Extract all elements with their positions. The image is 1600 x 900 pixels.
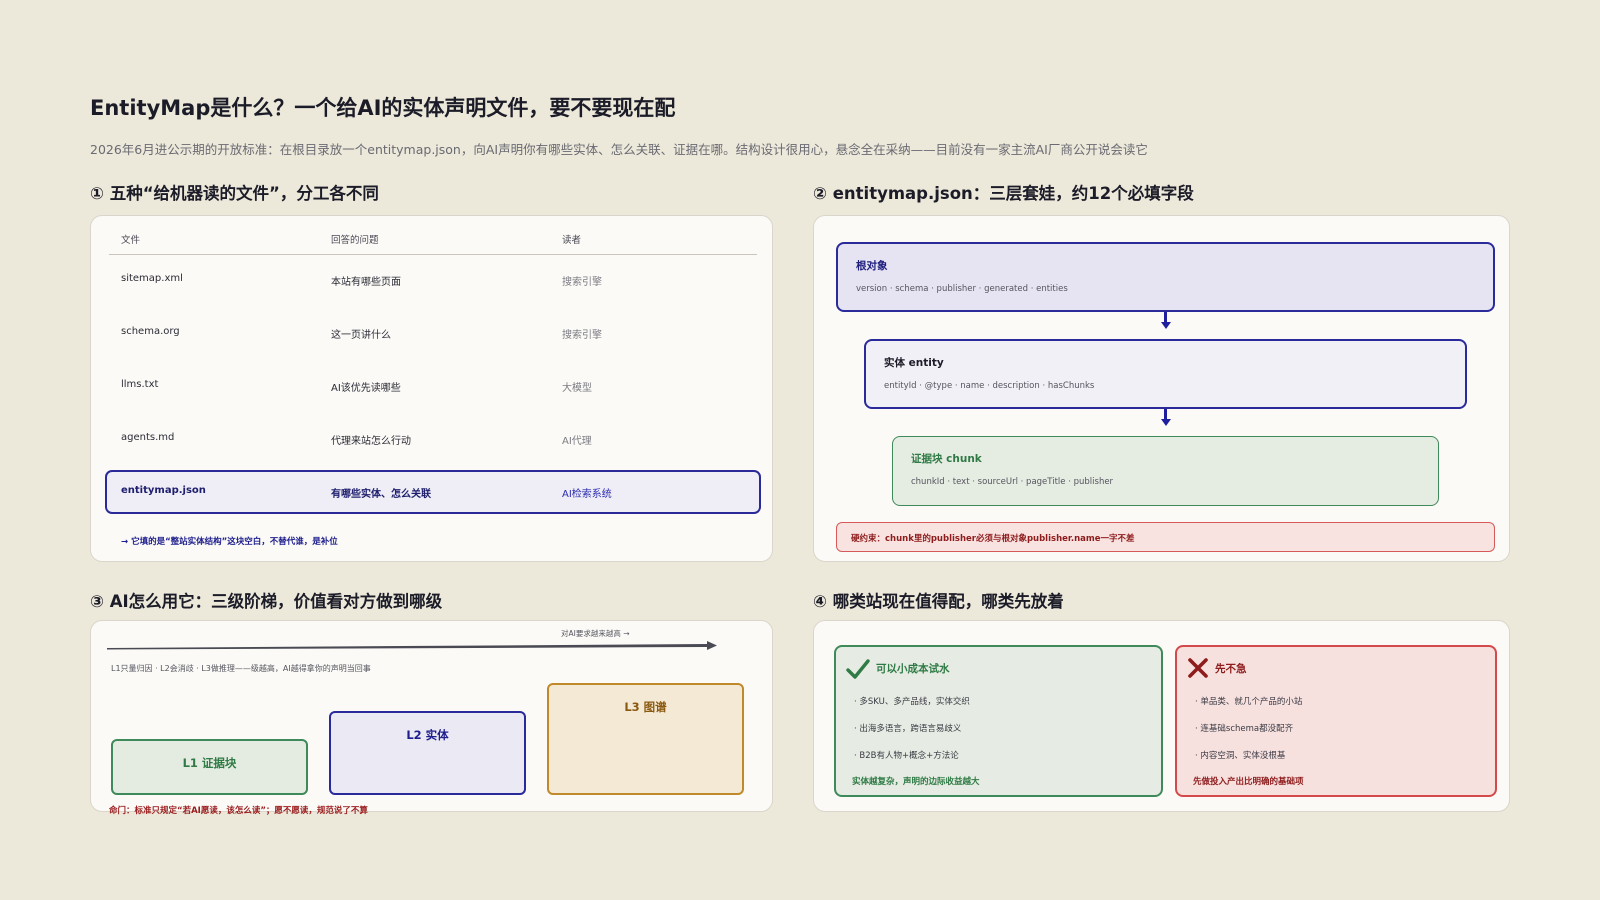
check-icon xyxy=(846,659,870,679)
step-l2: L2 实体 xyxy=(329,711,526,795)
panel1-note: → 它填的是“整站实体结构”这块空白，不替代谁，是补位 xyxy=(121,537,338,547)
list-item: · 出海多语言，跨语言易歧义 xyxy=(854,724,962,734)
cell-question: AI该优先读哪些 xyxy=(331,383,401,394)
constraint-box: 硬约束：chunk里的publisher必须与根对象publisher.name… xyxy=(836,522,1495,552)
panel4-card: 可以小成本试水 · 多SKU、多产品线，实体交织 · 出海多语言，跨语言易歧义 … xyxy=(813,620,1510,812)
step-l3-label: L3 图谱 xyxy=(624,700,667,714)
panel3-title: ③ AI怎么用它：三级阶梯，价值看对方做到哪级 xyxy=(90,592,443,611)
cell-file: schema.org xyxy=(121,326,180,337)
layer-root-title: 根对象 xyxy=(856,260,888,272)
layer-entity-title: 实体 entity xyxy=(884,357,944,369)
verdict-yes-title: 可以小成本试水 xyxy=(876,663,950,675)
step-l1-label: L1 证据块 xyxy=(182,756,237,770)
panel2-title: ② entitymap.json：三层套娃，约12个必填字段 xyxy=(813,184,1194,203)
cross-icon xyxy=(1188,658,1208,678)
panel4-title: ④ 哪类站现在值得配，哪类先放着 xyxy=(813,592,1064,611)
progress-axis-arrow xyxy=(107,641,717,650)
verdict-no: 先不急 · 单品类、就几个产品的小站 · 连基础schema都没配齐 · 内容空… xyxy=(1175,645,1497,797)
panel1-title: ① 五种“给机器读的文件”，分工各不同 xyxy=(90,184,379,203)
list-item: · 连基础schema都没配齐 xyxy=(1195,724,1294,734)
cell-question: 本站有哪些页面 xyxy=(331,277,401,288)
panel1-card: 文件 回答的问题 读者 sitemap.xml 本站有哪些页面 搜索引擎 sch… xyxy=(90,215,773,562)
panel3-card: 对AI要求越来越高 → L1只量归因 · L2会消歧 · L3做推理——级越高，… xyxy=(90,620,773,816)
layer-entity-fields: entityId · @type · name · description · … xyxy=(884,381,1095,391)
verdict-yes-foot: 实体越复杂，声明的边际收益越大 xyxy=(852,777,980,787)
cell-file: llms.txt xyxy=(121,379,159,390)
cell-question: 这一页讲什么 xyxy=(331,330,391,341)
arrow-down-icon xyxy=(1160,419,1171,426)
step-l1: L1 证据块 xyxy=(111,739,308,795)
cell-reader: AI代理 xyxy=(562,436,592,447)
list-item: · 单品类、就几个产品的小站 xyxy=(1195,697,1303,707)
axis-label: 对AI要求越来越高 → xyxy=(561,629,630,638)
step-l2-label: L2 实体 xyxy=(406,728,449,742)
arrow-down-icon xyxy=(1160,322,1171,329)
cell-file: agents.md xyxy=(121,432,175,443)
cell-reader: 大模型 xyxy=(562,383,592,394)
verdict-no-title: 先不急 xyxy=(1215,663,1247,675)
page-title: EntityMap是什么？一个给AI的实体声明文件，要不要现在配 xyxy=(90,96,676,120)
table-header-reader: 读者 xyxy=(562,235,582,246)
list-item: · 多SKU、多产品线，实体交织 xyxy=(854,697,970,707)
cell-reader: 搜索引擎 xyxy=(562,330,602,341)
cell-file: entitymap.json xyxy=(121,485,206,496)
layer-root-fields: version · schema · publisher · generated… xyxy=(856,284,1068,294)
table-header-file: 文件 xyxy=(121,235,141,246)
cell-reader: 搜索引擎 xyxy=(562,277,602,288)
cell-question: 有哪些实体、怎么关联 xyxy=(331,489,431,500)
cell-question: 代理来站怎么行动 xyxy=(331,436,411,447)
list-item: · B2B有人物+概念+方法论 xyxy=(854,751,959,761)
layer-chunk-fields: chunkId · text · sourceUrl · pageTitle ·… xyxy=(911,477,1114,487)
cell-reader: AI检索系统 xyxy=(562,489,612,500)
table-header-question: 回答的问题 xyxy=(331,235,379,246)
page-subtitle: 2026年6月进公示期的开放标准：在根目录放一个entitymap.json，向… xyxy=(90,142,1148,157)
verdict-no-foot: 先做投入产出比明确的基础项 xyxy=(1193,777,1304,787)
layer-chunk-title: 证据块 chunk xyxy=(911,453,982,465)
cell-file: sitemap.xml xyxy=(121,273,183,284)
verdict-yes: 可以小成本试水 · 多SKU、多产品线，实体交织 · 出海多语言，跨语言易歧义 … xyxy=(834,645,1163,797)
layer-root: 根对象 version · schema · publisher · gener… xyxy=(836,242,1495,312)
list-item: · 内容空洞、实体没根基 xyxy=(1195,751,1286,761)
panel2-card: 根对象 version · schema · publisher · gener… xyxy=(813,215,1510,562)
ladder-caption: L1只量归因 · L2会消歧 · L3做推理——级越高，AI越得拿你的声明当回事 xyxy=(111,664,371,673)
panel3-note: 命门：标准只规定“若AI愿读，该怎么读”；愿不愿读，规范说了不算 xyxy=(109,806,368,816)
layer-chunk: 证据块 chunk chunkId · text · sourceUrl · p… xyxy=(892,436,1439,506)
layer-entity: 实体 entity entityId · @type · name · desc… xyxy=(864,339,1467,409)
constraint-text: 硬约束：chunk里的publisher必须与根对象publisher.name… xyxy=(851,534,1135,544)
table-header-divider xyxy=(109,254,757,255)
step-l3: L3 图谱 xyxy=(547,683,744,795)
